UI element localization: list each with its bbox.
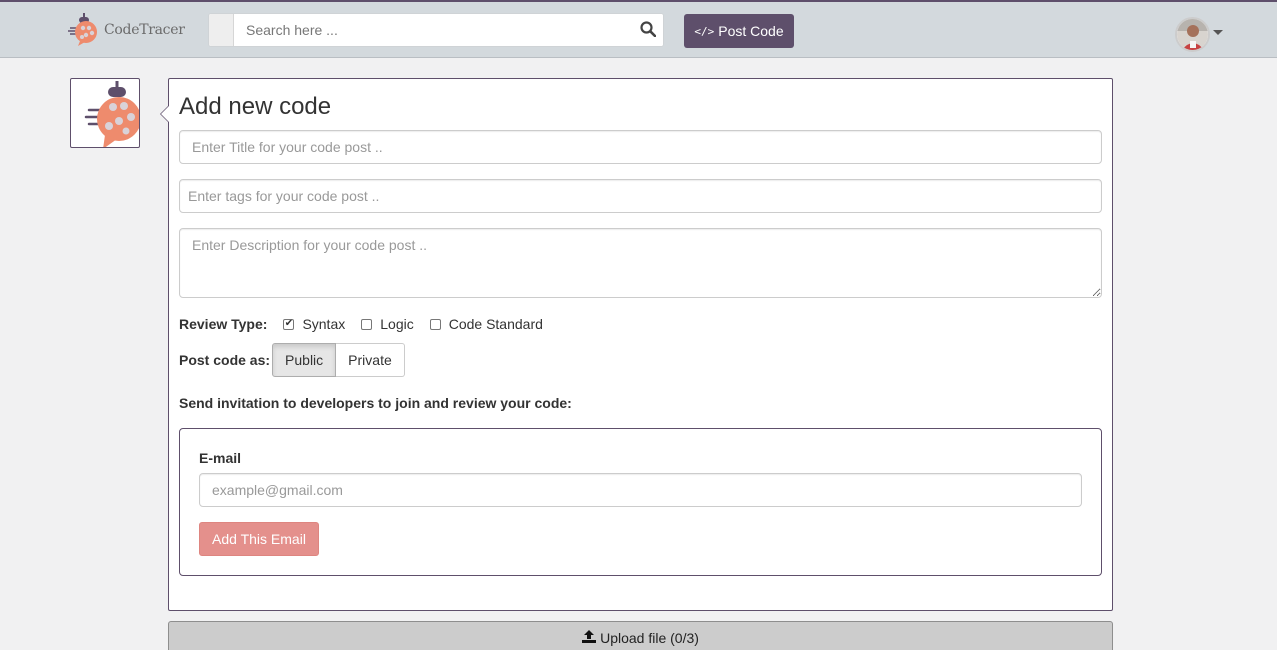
caret-down-icon[interactable] bbox=[1213, 30, 1223, 35]
invite-box: E-mail Add This Email bbox=[179, 428, 1102, 576]
code-standard-label: Code Standard bbox=[448, 316, 543, 332]
ladybug-logo-icon bbox=[68, 11, 102, 50]
search-addon bbox=[209, 14, 234, 46]
syntax-checkbox[interactable]: ✔ bbox=[283, 318, 295, 330]
email-label: E-mail bbox=[199, 450, 242, 466]
logic-label: Logic bbox=[380, 316, 414, 332]
user-profile-thumbnail bbox=[70, 78, 140, 148]
upload-file-button[interactable]: Upload file (0/3) bbox=[168, 621, 1113, 650]
invite-heading: Send invitation to developers to join an… bbox=[179, 395, 572, 411]
search-input[interactable] bbox=[234, 14, 633, 46]
review-type-label: Review Type: bbox=[179, 316, 268, 332]
review-type-group: Review Type: ✔ Syntax Logic Code Standar… bbox=[179, 315, 543, 333]
private-button[interactable]: Private bbox=[336, 343, 405, 377]
add-code-panel: Add new code Review Type: ✔ Syntax Logic… bbox=[160, 78, 1113, 611]
upload-file-label: Upload file (0/3) bbox=[600, 630, 699, 646]
search-button[interactable] bbox=[633, 14, 663, 46]
title-input[interactable] bbox=[179, 130, 1102, 164]
public-button[interactable]: Public bbox=[272, 343, 337, 377]
page-title: Add new code bbox=[179, 93, 332, 120]
tags-input[interactable] bbox=[179, 179, 1102, 213]
post-code-label: Post Code bbox=[718, 23, 784, 39]
panel-pointer bbox=[160, 105, 169, 123]
email-field[interactable] bbox=[199, 473, 1082, 507]
review-option-code-standard[interactable]: Code Standard bbox=[429, 316, 543, 332]
code-standard-checkbox[interactable] bbox=[429, 318, 441, 330]
brand-logo-link[interactable]: CodeTracer bbox=[68, 12, 185, 48]
ladybug-logo-icon bbox=[71, 81, 139, 147]
logic-checkbox[interactable] bbox=[361, 318, 373, 330]
review-option-logic[interactable]: Logic bbox=[361, 316, 414, 332]
search-bar bbox=[208, 13, 664, 47]
post-as-label: Post code as: bbox=[179, 352, 271, 368]
search-icon bbox=[640, 20, 657, 40]
post-as-group: Post code as: Public Private bbox=[179, 343, 405, 377]
top-navbar: CodeTracer </> Post Code bbox=[0, 0, 1277, 58]
visibility-toggle: Public Private bbox=[272, 343, 405, 377]
add-email-button[interactable]: Add This Email bbox=[199, 522, 319, 556]
description-textarea[interactable] bbox=[179, 228, 1102, 298]
brand-name: CodeTracer bbox=[104, 22, 185, 38]
review-option-syntax[interactable]: ✔ Syntax bbox=[283, 316, 345, 332]
post-code-button[interactable]: </> Post Code bbox=[684, 14, 794, 48]
upload-icon bbox=[582, 630, 597, 643]
code-icon: </> bbox=[694, 24, 715, 38]
syntax-label: Syntax bbox=[302, 316, 346, 332]
user-avatar[interactable] bbox=[1175, 17, 1210, 52]
